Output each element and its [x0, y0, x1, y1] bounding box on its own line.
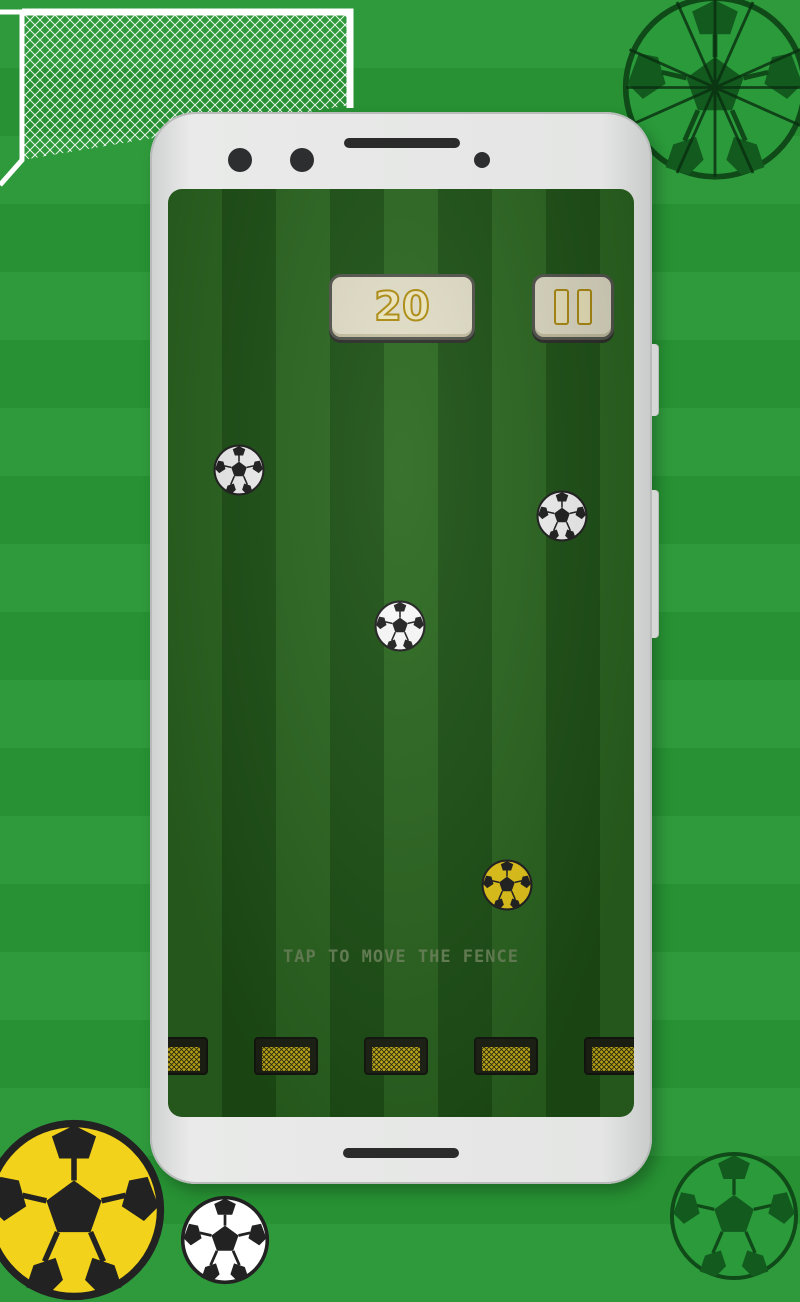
proximity-sensor-icon [474, 152, 490, 168]
goal-fence[interactable] [584, 1037, 634, 1075]
goal-fence[interactable] [474, 1037, 538, 1075]
pause-button[interactable] [532, 274, 614, 340]
background-yellow-ball [0, 1118, 166, 1302]
game-screen[interactable]: 20 TAP TO MOVE THE FENCE [168, 189, 634, 1117]
pause-icon [550, 289, 596, 325]
falling-ball [213, 444, 265, 496]
front-sensor-icon [290, 148, 314, 172]
goal-fence[interactable] [254, 1037, 318, 1075]
score-value: 20 [373, 283, 431, 331]
earpiece-speaker [344, 138, 460, 148]
goal-fence[interactable] [364, 1037, 428, 1075]
falling-ball [374, 600, 426, 652]
instruction-hint: TAP TO MOVE THE FENCE [283, 947, 519, 967]
front-camera-icon [228, 148, 252, 172]
phone-frame: 20 TAP TO MOVE THE FENCE [150, 112, 658, 1184]
phone-side-button [652, 344, 658, 416]
background-green-ball [669, 1151, 799, 1281]
goal-fence[interactable] [168, 1037, 208, 1075]
falling-yellow-ball [481, 859, 533, 911]
falling-ball [536, 490, 588, 542]
bottom-speaker [343, 1148, 459, 1158]
score-display: 20 [329, 274, 475, 340]
phone-volume-button [652, 490, 658, 638]
background-white-ball [180, 1195, 270, 1285]
